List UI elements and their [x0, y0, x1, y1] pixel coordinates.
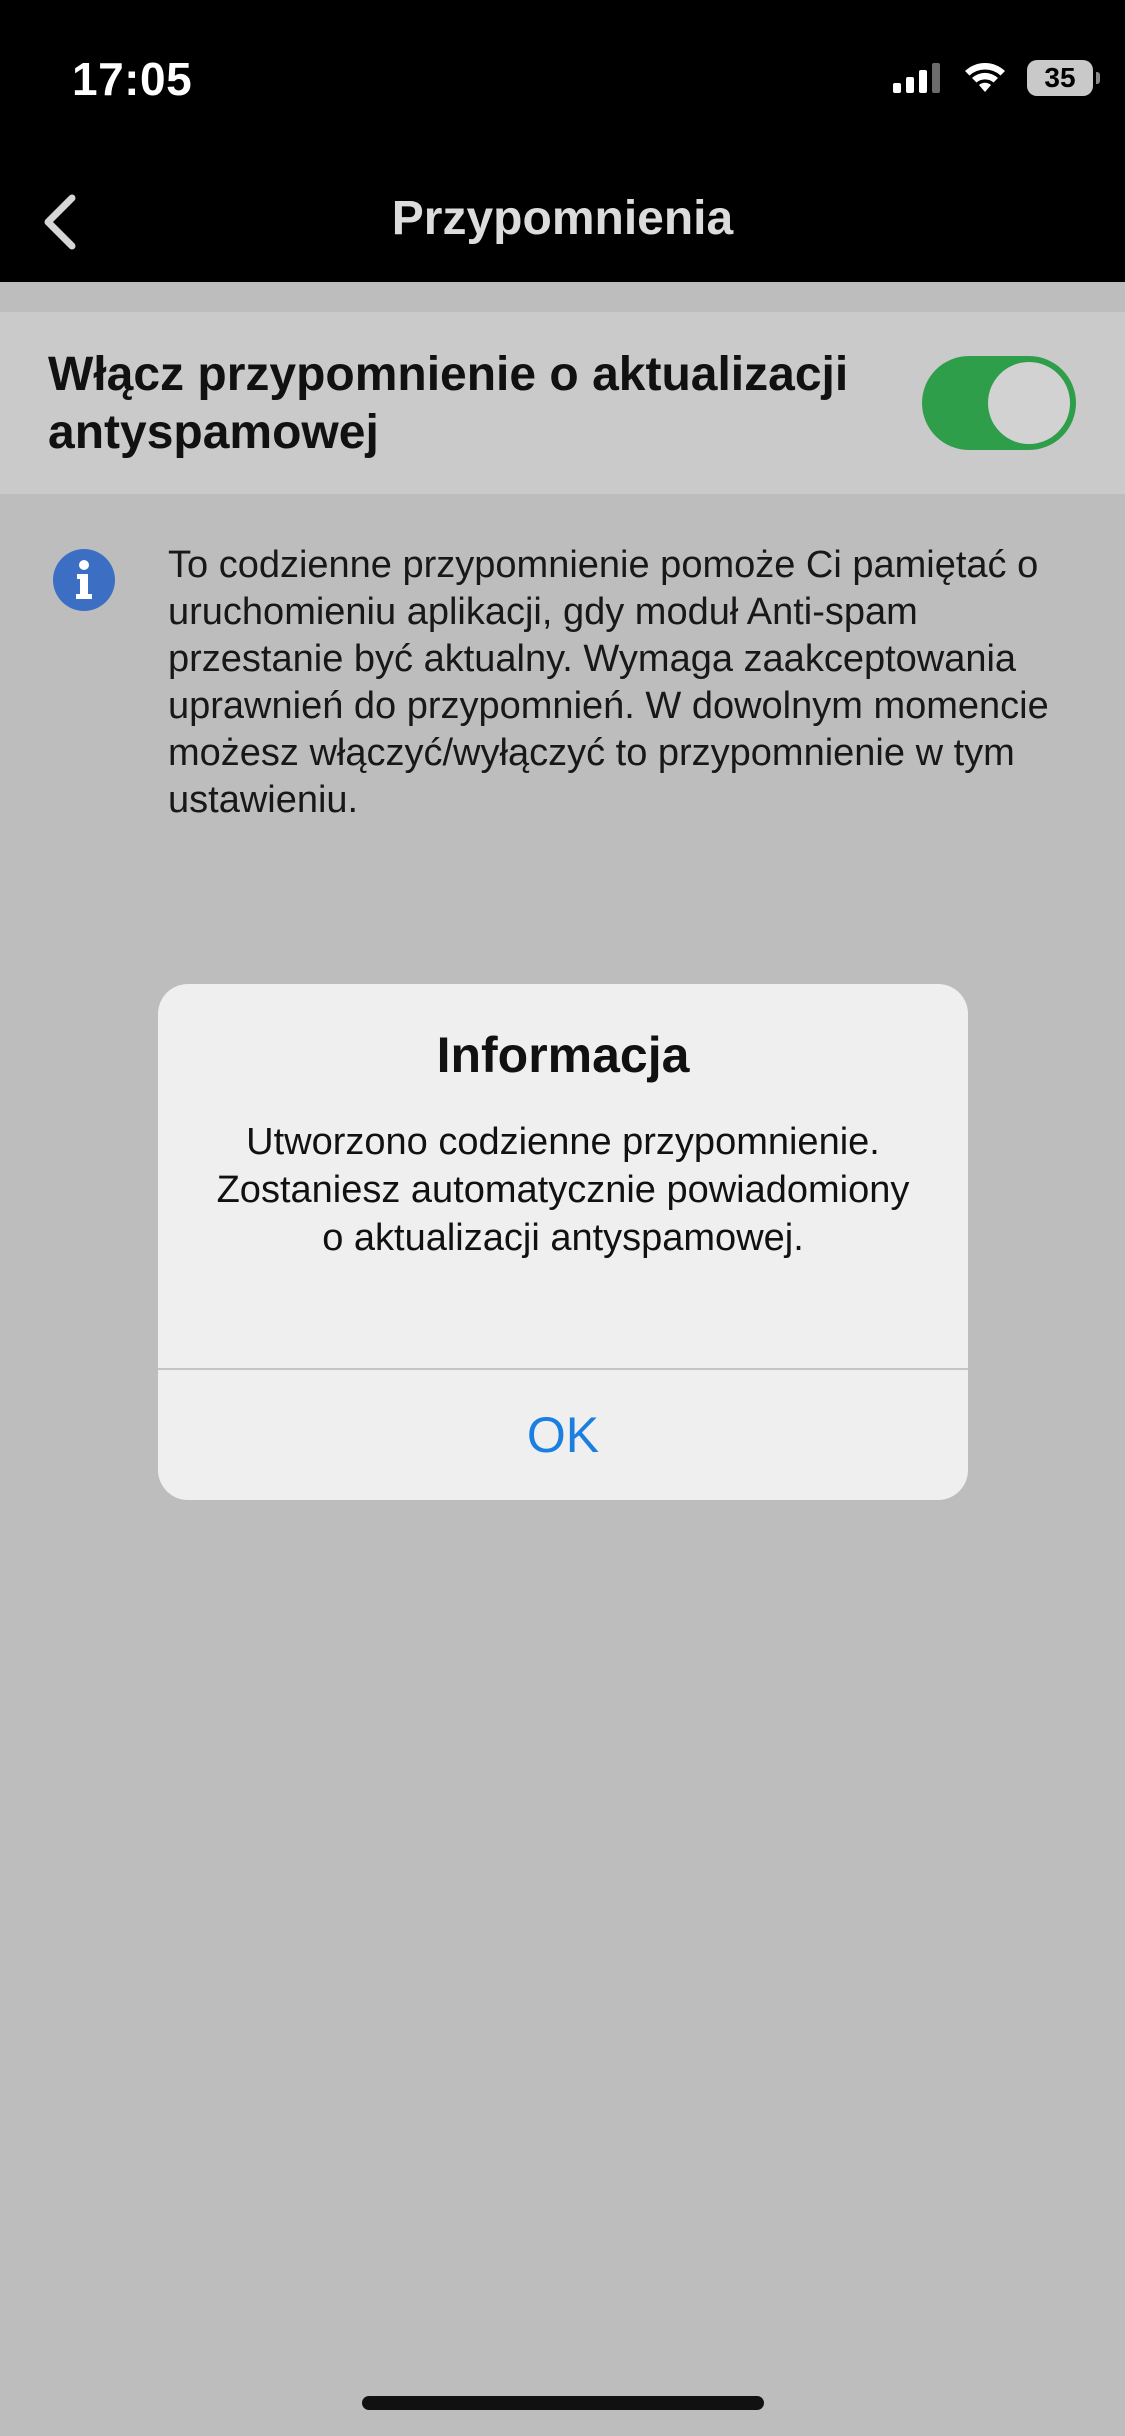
status-icons: 35	[893, 60, 1100, 96]
battery-level: 35	[1044, 62, 1076, 93]
info-icon	[53, 549, 115, 611]
wifi-icon	[965, 63, 1005, 92]
chevron-left-icon	[44, 194, 76, 250]
cellular-signal-icon	[893, 63, 940, 93]
ok-button[interactable]: OK	[158, 1370, 968, 1500]
status-time: 17:05	[72, 53, 193, 105]
page-title: Przypomnienia	[391, 192, 734, 245]
alert-title: Informacja	[436, 1027, 690, 1083]
reminder-toggle-label: Włącz przypomnienie o aktualizacji antys…	[48, 348, 849, 459]
back-button[interactable]	[20, 184, 100, 260]
status-bar: 17:05 35	[0, 0, 1125, 160]
alert-message: Utworzono codzienne przypomnienie. Zosta…	[216, 1121, 910, 1259]
home-indicator[interactable]	[362, 2396, 764, 2410]
reminder-toggle-switch[interactable]	[922, 356, 1076, 450]
reminder-toggle-row: Włącz przypomnienie o aktualizacji antys…	[0, 312, 1125, 494]
battery-icon: 35	[1027, 60, 1100, 96]
switch-knob	[988, 362, 1070, 444]
navigation-bar: Przypomnienia	[0, 160, 1125, 282]
alert-dialog: Informacja Utworzono codzienne przypomni…	[158, 984, 968, 1500]
reminder-info-text: To codzienne przypomnienie pomoże Ci pam…	[168, 544, 1049, 821]
